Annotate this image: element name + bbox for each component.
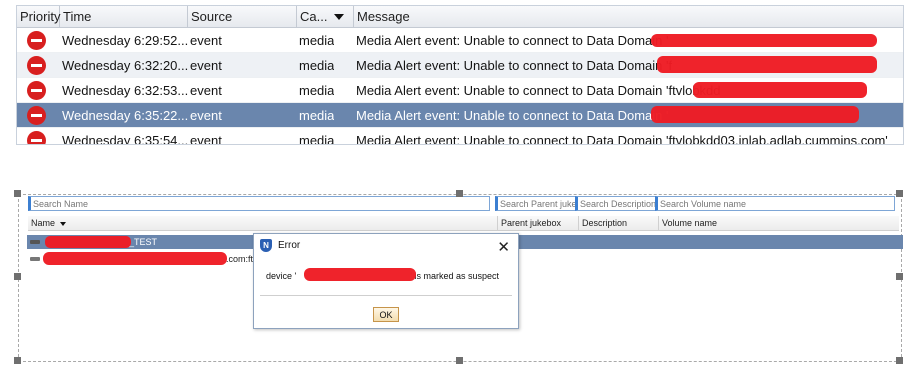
- table-row[interactable]: Wednesday 6:35:54... event media Media A…: [17, 128, 903, 145]
- redaction-mark: [43, 252, 227, 265]
- table-row[interactable]: Wednesday 6:29:52... event media Media A…: [17, 28, 903, 53]
- redaction-mark: [651, 34, 877, 47]
- message-cell: Media Alert event: Unable to connect to …: [356, 33, 669, 48]
- category-cell: media: [299, 33, 335, 48]
- table-row-selected[interactable]: Wednesday 6:35:22... event media Media A…: [17, 103, 903, 128]
- search-volume-name-input[interactable]: [655, 196, 895, 211]
- table-row[interactable]: Wednesday 6:32:20... event media Media A…: [17, 53, 903, 78]
- divider: [260, 295, 512, 296]
- resize-handle[interactable]: [896, 357, 903, 364]
- error-priority-icon: [27, 56, 46, 75]
- error-priority-icon: [27, 81, 46, 100]
- app-logo-icon: N: [260, 239, 272, 252]
- sort-down-icon: [60, 221, 67, 226]
- message-cell: Media Alert event: Unable to connect to …: [356, 58, 673, 73]
- time-cell: Wednesday 6:35:54...: [62, 133, 189, 145]
- source-cell: event: [190, 83, 222, 98]
- time-cell: Wednesday 6:29:52...: [62, 33, 189, 48]
- time-cell: Wednesday 6:35:22...: [62, 108, 189, 123]
- column-header-source[interactable]: Source: [188, 6, 297, 28]
- column-header-category-label: Ca...: [300, 9, 328, 24]
- close-icon[interactable]: ✕: [497, 236, 510, 260]
- column-header-name-label: Name: [31, 218, 56, 228]
- dialog-message-prefix: device ': [266, 271, 297, 281]
- source-cell: event: [190, 33, 222, 48]
- category-cell: media: [299, 58, 335, 73]
- dialog-title-bar[interactable]: N Error ✕: [254, 234, 518, 258]
- resize-handle[interactable]: [896, 273, 903, 280]
- column-header-category[interactable]: Ca...: [297, 6, 354, 28]
- redaction-mark: [657, 56, 877, 73]
- category-cell: media: [299, 133, 335, 145]
- source-cell: event: [190, 108, 222, 123]
- column-header-description[interactable]: Description: [579, 216, 659, 231]
- dialog-title: Error: [278, 240, 301, 251]
- table-row[interactable]: Wednesday 6:32:53... event media Media A…: [17, 78, 903, 103]
- source-cell: event: [190, 133, 222, 145]
- search-description-input[interactable]: [575, 196, 656, 211]
- column-header-parent-jukebox[interactable]: Parent jukebox: [498, 216, 579, 231]
- resize-handle[interactable]: [14, 273, 21, 280]
- time-cell: Wednesday 6:32:53...: [62, 83, 189, 98]
- category-cell: media: [299, 83, 335, 98]
- category-cell: media: [299, 108, 335, 123]
- error-priority-icon: [27, 106, 46, 125]
- time-cell: Wednesday 6:32:20...: [62, 58, 189, 73]
- alerts-table-header: Priority Time Source Ca... Message: [17, 6, 903, 28]
- redaction-mark: [651, 106, 859, 123]
- source-cell: event: [190, 58, 222, 73]
- column-header-priority[interactable]: Priority: [17, 6, 60, 28]
- column-header-volume-name[interactable]: Volume name: [659, 216, 899, 231]
- redaction-mark: [304, 268, 416, 281]
- jukebox-icon: [30, 240, 40, 244]
- column-header-message[interactable]: Message: [354, 6, 903, 28]
- column-header-name[interactable]: Name: [28, 216, 498, 231]
- dialog-message-suffix: ' is marked as suspect: [410, 271, 499, 281]
- jukebox-name: _TEST: [129, 237, 158, 247]
- message-cell: Media Alert event: Unable to connect to …: [356, 83, 721, 98]
- error-dialog: N Error ✕ device ' ' is marked as suspect…: [253, 233, 519, 329]
- resize-handle[interactable]: [14, 357, 21, 364]
- resize-handle[interactable]: [456, 357, 463, 364]
- resize-handle[interactable]: [456, 190, 463, 197]
- search-parent-jukebox-input[interactable]: [495, 196, 576, 211]
- redaction-mark: [45, 236, 131, 248]
- ok-button[interactable]: OK: [373, 307, 399, 322]
- jukebox-icon: [30, 257, 40, 261]
- sort-down-icon: [334, 14, 344, 20]
- message-cell: Media Alert event: Unable to connect to …: [356, 133, 888, 145]
- alerts-table: Priority Time Source Ca... Message Wedne…: [16, 5, 904, 145]
- resize-handle[interactable]: [896, 190, 903, 197]
- error-priority-icon: [27, 131, 46, 144]
- search-name-input[interactable]: [28, 196, 490, 211]
- message-cell: Media Alert event: Unable to connect to …: [356, 108, 669, 123]
- resize-handle[interactable]: [14, 190, 21, 197]
- error-priority-icon: [27, 31, 46, 50]
- redaction-mark: [693, 82, 867, 98]
- column-header-time[interactable]: Time: [60, 6, 188, 28]
